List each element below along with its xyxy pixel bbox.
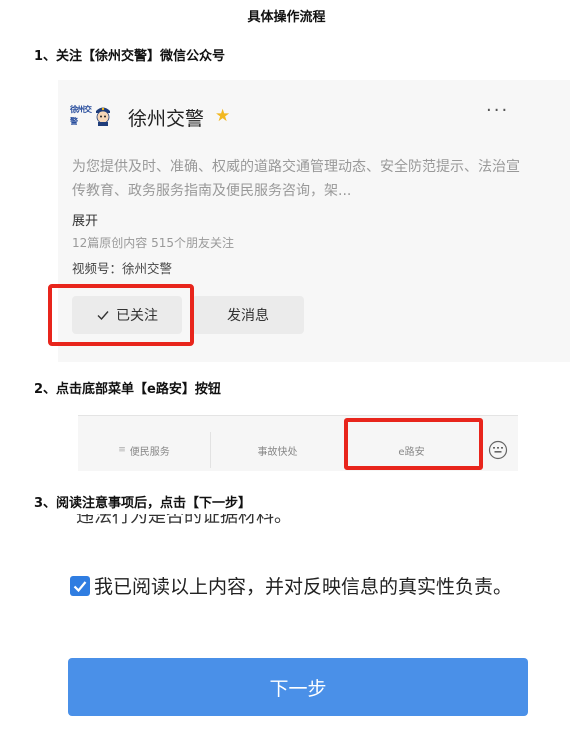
keyboard-icon[interactable] — [488, 440, 508, 460]
checkbox-checked-icon[interactable] — [70, 576, 90, 596]
menu-item-label: 便民服务 — [129, 446, 170, 458]
account-name[interactable]: 徐州交警 — [128, 104, 204, 131]
account-description: 为您提供及时、准确、权威的道路交通管理动态、安全防范提示、法治宣传教育、政务服务… — [72, 159, 520, 199]
more-dots-icon[interactable]: ··· — [486, 100, 509, 121]
cut-off-text: 违法行为是否的证据材料。 — [76, 514, 292, 527]
menu-item-accident[interactable]: 事故快处 — [210, 432, 344, 468]
step-3-heading: 3、阅读注意事项后，点击【下一步】 — [34, 496, 252, 511]
step-2-heading: 2、点击底部菜单【e路安】按钮 — [34, 382, 221, 397]
send-message-button[interactable]: 发消息 — [192, 296, 304, 334]
expand-link[interactable]: 展开 — [72, 210, 98, 229]
agreement-screenshot: 违法行为是否的证据材料。 我已阅读以上内容，并对反映信息的真实性负责。 下一步 — [56, 514, 560, 734]
next-step-button[interactable]: 下一步 — [68, 658, 528, 716]
menu-item-convenience[interactable]: ≡ 便民服务 — [78, 432, 210, 468]
menu-item-label: 事故快处 — [257, 446, 298, 458]
agreement-row[interactable]: 我已阅读以上内容，并对反映信息的真实性负责。 — [70, 572, 540, 602]
menu-lines-icon: ≡ — [118, 445, 126, 455]
police-mascot-icon — [96, 107, 110, 126]
page-title: 具体操作流程 — [247, 10, 326, 25]
step-1-heading: 1、关注【徐州交警】微信公众号 — [34, 49, 226, 64]
highlight-e-road-box — [344, 418, 483, 470]
logo-text: 徐州交警 — [70, 105, 92, 126]
account-stats: 12篇原创内容 515个朋友关注 — [72, 236, 234, 250]
agreement-text: 我已阅读以上内容，并对反映信息的真实性负责。 — [94, 576, 513, 598]
account-logo: 徐州交警 — [70, 102, 116, 130]
highlight-follow-box — [48, 284, 194, 346]
star-icon: ★ — [215, 106, 231, 126]
video-channel-link[interactable]: 视频号：徐州交警 — [72, 258, 172, 277]
